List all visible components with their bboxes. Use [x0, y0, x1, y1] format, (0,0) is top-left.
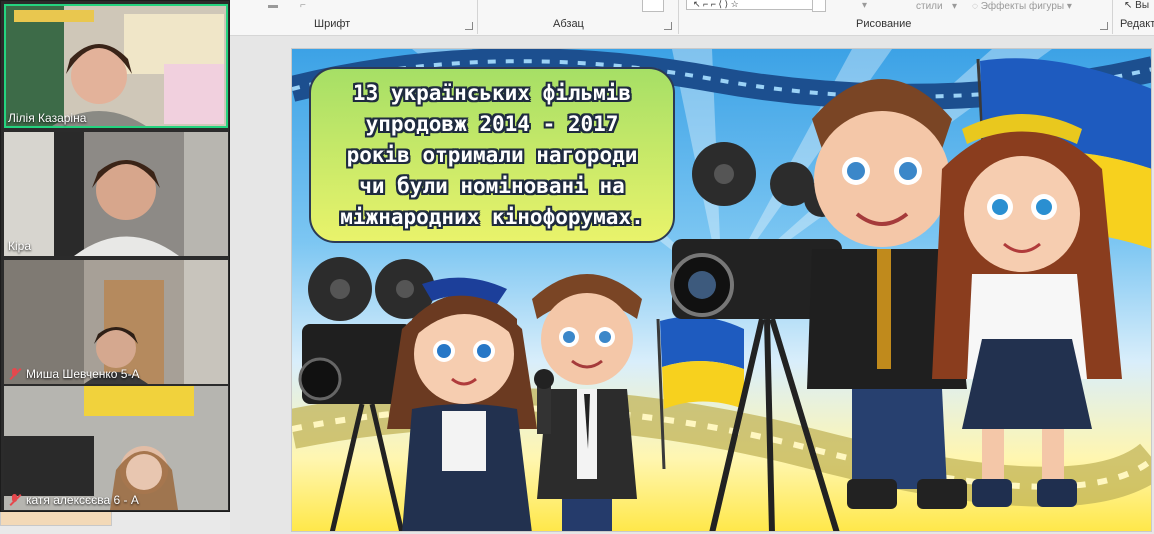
speech-bubble-text: 13 українських фільмів упродовж 2014 - 2…	[340, 78, 643, 233]
ribbon-group-editing: Редакт	[1120, 18, 1154, 30]
font-dialog-launcher-icon[interactable]	[465, 22, 473, 30]
app-window: ▬ ⌐ Шрифт Абзац ↖ ⌐ ⌐ ⟨ ⟩ ☆ ▾ стили ▾ ◌ …	[0, 0, 1154, 534]
participant-name-label: катя алексєєва 6 - А	[8, 493, 139, 507]
participant-tile[interactable]: катя алексєєва 6 - А	[4, 386, 228, 510]
bubble-line: чи були номіновані на	[359, 173, 625, 198]
ribbon-group-font: Шрифт	[314, 18, 351, 30]
ribbon-control-icon[interactable]: ▬	[268, 0, 278, 11]
paragraph-dialog-launcher-icon[interactable]	[664, 22, 672, 30]
select-button[interactable]: ↖ Вы	[1124, 0, 1149, 11]
chevron-down-icon[interactable]: ▾	[952, 1, 957, 12]
ribbon-separator	[1112, 0, 1113, 34]
participant-name: Миша Шевченко 5-А	[26, 367, 140, 381]
slide[interactable]: 13 українських фільмів упродовж 2014 - 2…	[291, 48, 1152, 532]
participant-name: катя алексєєва 6 - А	[26, 493, 139, 507]
shape-effects-label: Эффекты фигуры	[980, 1, 1065, 12]
participants-video-panel: Лілія Казаріна Кіра Миша Шевченко 5-А ка…	[0, 0, 230, 512]
participant-name: Кіра	[8, 239, 32, 253]
participant-name: Лілія Казаріна	[8, 111, 87, 125]
shape-effects-button[interactable]: ◌ Эффекты фигуры ▾	[972, 1, 1072, 12]
ribbon-separator	[477, 0, 478, 34]
ribbon-group-paragraph: Абзац	[553, 18, 584, 30]
participant-name-label: Кіра	[8, 239, 31, 253]
bubble-line: років отримали нагороди	[346, 142, 638, 167]
bubble-line: міжнародних кінофорумах.	[340, 204, 644, 229]
select-label: Вы	[1135, 0, 1150, 11]
participant-tile[interactable]: Лілія Казаріна	[4, 4, 228, 128]
participant-video	[4, 260, 228, 384]
bubble-line: упродовж 2014 - 2017	[365, 111, 619, 136]
participant-name-label: Миша Шевченко 5-А	[8, 367, 139, 381]
participant-video	[4, 132, 228, 256]
bubble-line: 13 українських фільмів	[352, 80, 632, 105]
cartoon-boy-center	[532, 274, 642, 531]
shapes-gallery[interactable]: ↖ ⌐ ⌐ ⟨ ⟩ ☆	[686, 0, 826, 10]
arrange-dropdown-icon[interactable]: ▾	[862, 0, 867, 11]
shapes-gallery-more-button[interactable]	[812, 0, 826, 12]
shape-styles-label[interactable]: стили	[916, 1, 943, 12]
participant-name-label: Лілія Казаріна	[8, 111, 86, 125]
participant-tile[interactable]: Кіра	[4, 132, 228, 256]
ribbon-control-icon[interactable]: ⌐	[300, 0, 306, 11]
mic-off-icon	[8, 367, 22, 381]
speech-bubble[interactable]: 13 українських фільмів упродовж 2014 - 2…	[309, 67, 675, 243]
drawing-dialog-launcher-icon[interactable]	[1100, 22, 1108, 30]
participant-video	[4, 386, 228, 510]
ribbon-separator	[678, 0, 679, 34]
mic-off-icon	[8, 493, 22, 507]
cartoon-girl-right	[932, 114, 1122, 507]
participant-video	[4, 4, 228, 128]
paragraph-dropdown[interactable]	[642, 0, 664, 12]
participant-tile[interactable]: Миша Шевченко 5-А	[4, 260, 228, 384]
ribbon-group-drawing: Рисование	[856, 18, 912, 30]
